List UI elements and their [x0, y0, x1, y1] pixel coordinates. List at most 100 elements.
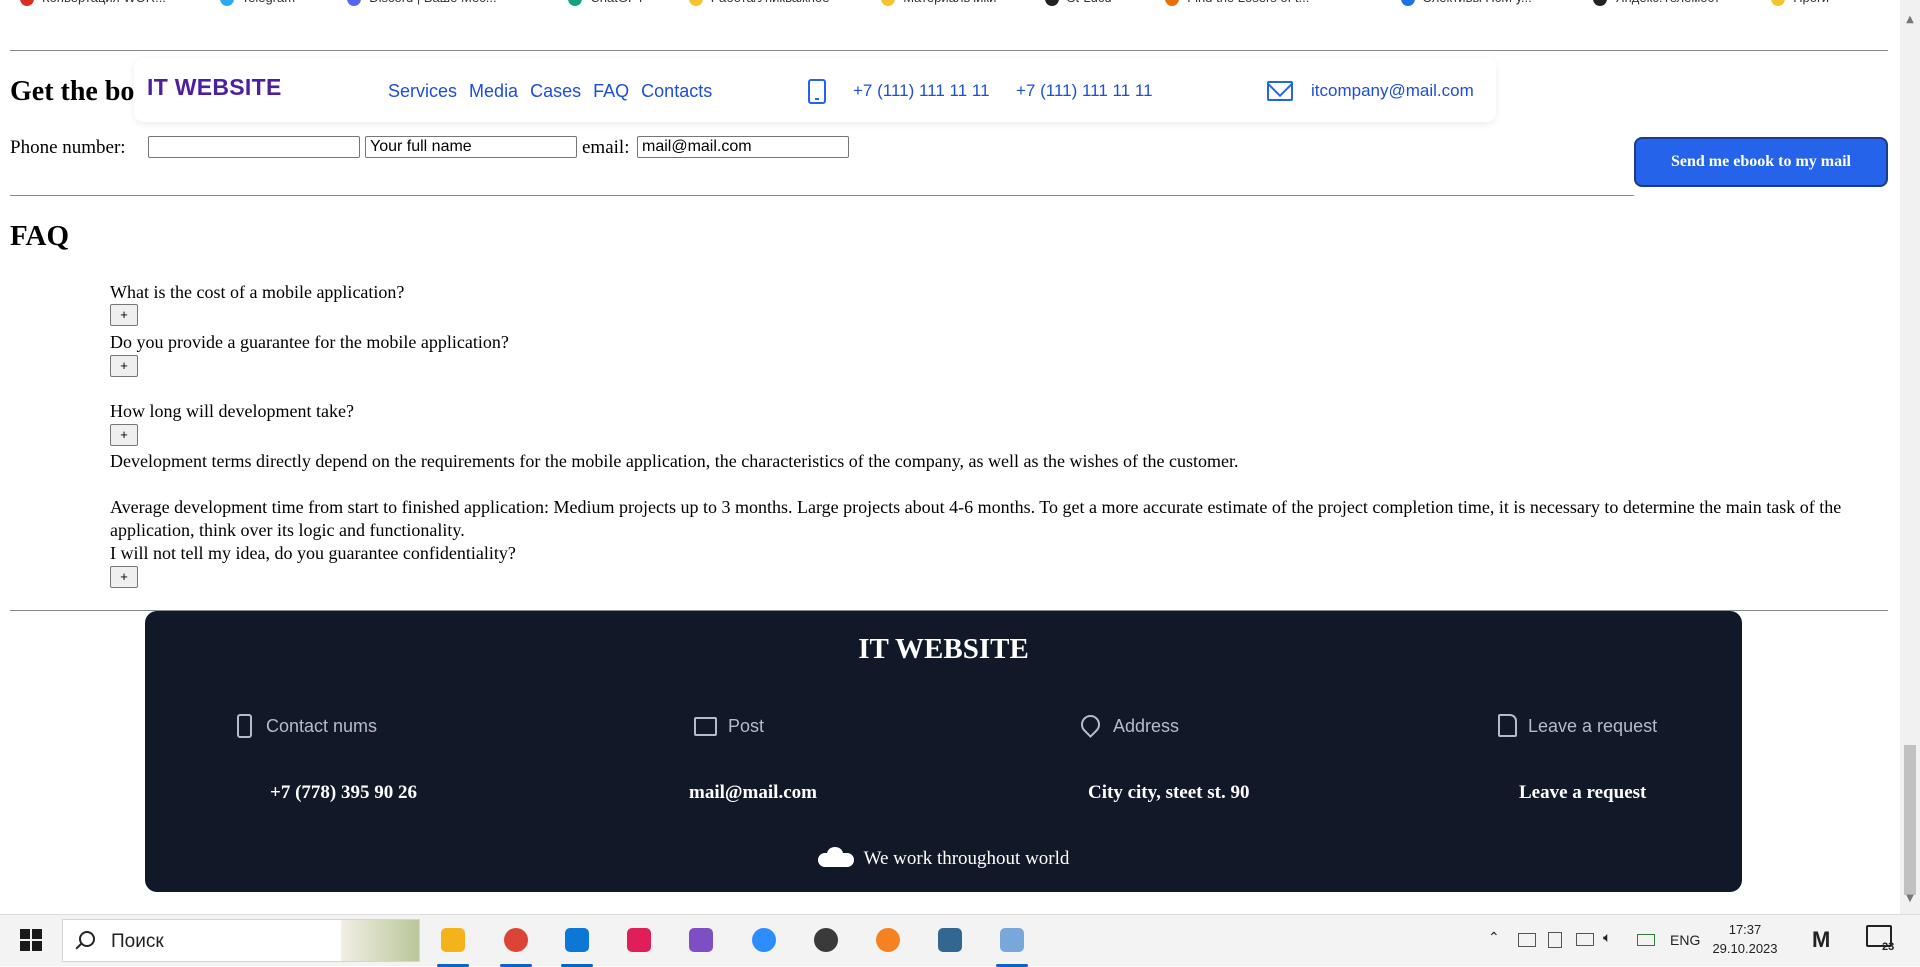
taskbar-search[interactable]: Поиск: [62, 919, 420, 962]
phone-number-label: Phone number:: [10, 137, 126, 158]
phone-number-input[interactable]: [148, 136, 360, 158]
footer-contact-label: Contact nums: [266, 716, 378, 736]
windows-start-icon[interactable]: [20, 929, 42, 951]
faq-toggle-button[interactable]: +: [110, 304, 138, 326]
location-pin-icon: [1077, 711, 1104, 738]
nav-services[interactable]: Services: [388, 81, 457, 101]
bookmark-item[interactable]: Материальчики: [881, 0, 996, 6]
network-icon[interactable]: [1576, 933, 1594, 946]
ebook-title: Get the bo: [10, 76, 135, 107]
zoom-taskbar-icon[interactable]: [744, 921, 784, 961]
bookmark-favicon-icon: [219, 0, 234, 6]
bookmark-favicon-icon: [881, 0, 896, 6]
app-dark-taskbar-icon[interactable]: [806, 921, 846, 961]
bookmark-item[interactable]: Конвертация WOR...: [20, 0, 166, 6]
app-orange-taskbar-icon[interactable]: [868, 921, 908, 961]
taskbar-clock[interactable]: 17:37 29.10.2023: [1710, 920, 1780, 958]
nav-contacts[interactable]: Contacts: [641, 81, 712, 101]
bookmark-item[interactable]: Find the Losers of t...: [1165, 0, 1309, 6]
page-scrollbar[interactable]: ▲ ▼: [1900, 0, 1920, 914]
site-footer: IT WEBSITE Contact nums +7 (778) 395 90 …: [145, 611, 1742, 892]
volume-icon[interactable]: 🔈︎: [1603, 929, 1611, 946]
faq-title: FAQ: [10, 220, 70, 252]
faq-question: Do you provide a guarantee for the mobil…: [110, 332, 509, 352]
bookmark-favicon-icon: [1044, 0, 1059, 6]
paint-taskbar-icon[interactable]: [992, 921, 1032, 967]
bookmark-item[interactable]: Discord | Ваше Мес...: [347, 0, 497, 6]
footer-tagline-text: We work throughout world: [863, 848, 1070, 869]
bookmark-item[interactable]: Telegram: [219, 0, 295, 6]
phone-icon: [237, 714, 252, 738]
footer-address-value: City city, steet st. 90: [1088, 782, 1250, 803]
header-phone-1[interactable]: +7 (111) 111 11 11: [853, 81, 990, 101]
bookmark-item[interactable]: ChatGPT: [568, 0, 645, 6]
chrome-taskbar-icon[interactable]: [496, 921, 536, 967]
mail-icon: [1267, 81, 1293, 101]
postgres-taskbar-icon[interactable]: [930, 921, 970, 961]
phone-icon: [808, 79, 826, 104]
file-explorer-taskbar-icon[interactable]: [433, 921, 473, 967]
faq-toggle-button[interactable]: +: [110, 566, 138, 588]
windows-taskbar: Поиск ⌃ 🔈︎ ENG 17:37 29.10.2023 M 23: [0, 914, 1920, 967]
nav-cases[interactable]: Cases: [530, 81, 581, 101]
footer-post-value[interactable]: mail@mail.com: [689, 782, 817, 804]
tray-camera-icon[interactable]: [1548, 932, 1562, 948]
send-ebook-button[interactable]: Send me ebook to my mail: [1634, 137, 1888, 187]
visual-studio-taskbar-icon[interactable]: [681, 921, 721, 961]
bookmark-favicon-icon: [1771, 0, 1786, 6]
battery-icon[interactable]: [1637, 934, 1655, 946]
slack-taskbar-icon[interactable]: [619, 921, 659, 961]
faq-toggle-button[interactable]: +: [110, 355, 138, 377]
mail-icon: [694, 717, 717, 736]
bookmark-item[interactable]: St-Lucu: [1044, 0, 1112, 6]
footer-request-label: Leave a request: [1528, 716, 1658, 736]
email-label: email:: [582, 137, 630, 158]
main-nav: Services Media Cases FAQ Contacts: [388, 81, 719, 102]
chevron-up-icon[interactable]: ⌃: [1488, 929, 1500, 946]
search-highlight-image: [341, 920, 419, 961]
nav-media[interactable]: Media: [469, 81, 518, 101]
footer-tagline: We work throughout world: [145, 846, 1742, 870]
notifications-count: 23: [1882, 941, 1895, 953]
site-logo[interactable]: IT WEBSITE: [147, 74, 282, 101]
nav-faq[interactable]: FAQ: [593, 81, 629, 101]
footer-contact-value[interactable]: +7 (778) 395 90 26: [270, 782, 417, 804]
document-icon: [1498, 714, 1517, 737]
vscode-taskbar-icon[interactable]: [557, 921, 597, 967]
scroll-up-arrow-icon[interactable]: ▲: [1900, 14, 1920, 28]
bookmarks-bar: Конвертация WOR... Telegram Discord | Ваше…: [0, 0, 1900, 8]
clock-date: 29.10.2023: [1712, 941, 1778, 956]
bookmark-favicon-icon: [1593, 0, 1608, 6]
bookmark-favicon-icon: [1165, 0, 1180, 6]
taskbar-search-text: Поиск: [111, 931, 164, 952]
divider: [10, 195, 1634, 196]
scroll-down-arrow-icon[interactable]: ▼: [1900, 893, 1920, 907]
footer-address-label: Address: [1113, 716, 1180, 736]
faq-question: How long will development take?: [110, 401, 354, 421]
tray-app-icon[interactable]: [1518, 933, 1536, 947]
bookmark-favicon-icon: [347, 0, 362, 6]
bookmark-item[interactable]: Яндекс.Телемост: [1593, 0, 1720, 6]
bookmark-favicon-icon: [20, 0, 34, 6]
full-name-input[interactable]: [365, 136, 577, 158]
footer-post-label: Post: [728, 716, 765, 736]
header-phone-2[interactable]: +7 (111) 111 11 11: [1016, 81, 1153, 101]
bookmark-item[interactable]: Проги: [1771, 0, 1829, 6]
app-m-icon[interactable]: M: [1812, 927, 1830, 953]
bookmark-item[interactable]: Элективы ПсМ у...: [1400, 0, 1532, 6]
header-email[interactable]: itcompany@mail.com: [1311, 81, 1474, 101]
faq-toggle-button[interactable]: +: [110, 424, 138, 446]
bookmark-favicon-icon: [1400, 0, 1415, 6]
search-icon: [79, 931, 95, 947]
footer-logo: IT WEBSITE: [858, 633, 1029, 665]
faq-question: What is the cost of a mobile application…: [110, 282, 405, 302]
email-input[interactable]: [637, 136, 849, 158]
leave-request-link[interactable]: Leave a request: [1519, 782, 1646, 804]
faq-question: I will not tell my idea, do you guarante…: [110, 543, 516, 563]
bookmark-item[interactable]: Работа/Уникважное: [688, 0, 829, 6]
cloud-icon: [817, 846, 854, 867]
bookmark-favicon-icon: [688, 0, 703, 6]
language-indicator[interactable]: ENG: [1670, 932, 1700, 948]
faq-answer-paragraph: Development terms directly depend on the…: [110, 451, 1239, 471]
scroll-thumb[interactable]: [1904, 745, 1916, 895]
